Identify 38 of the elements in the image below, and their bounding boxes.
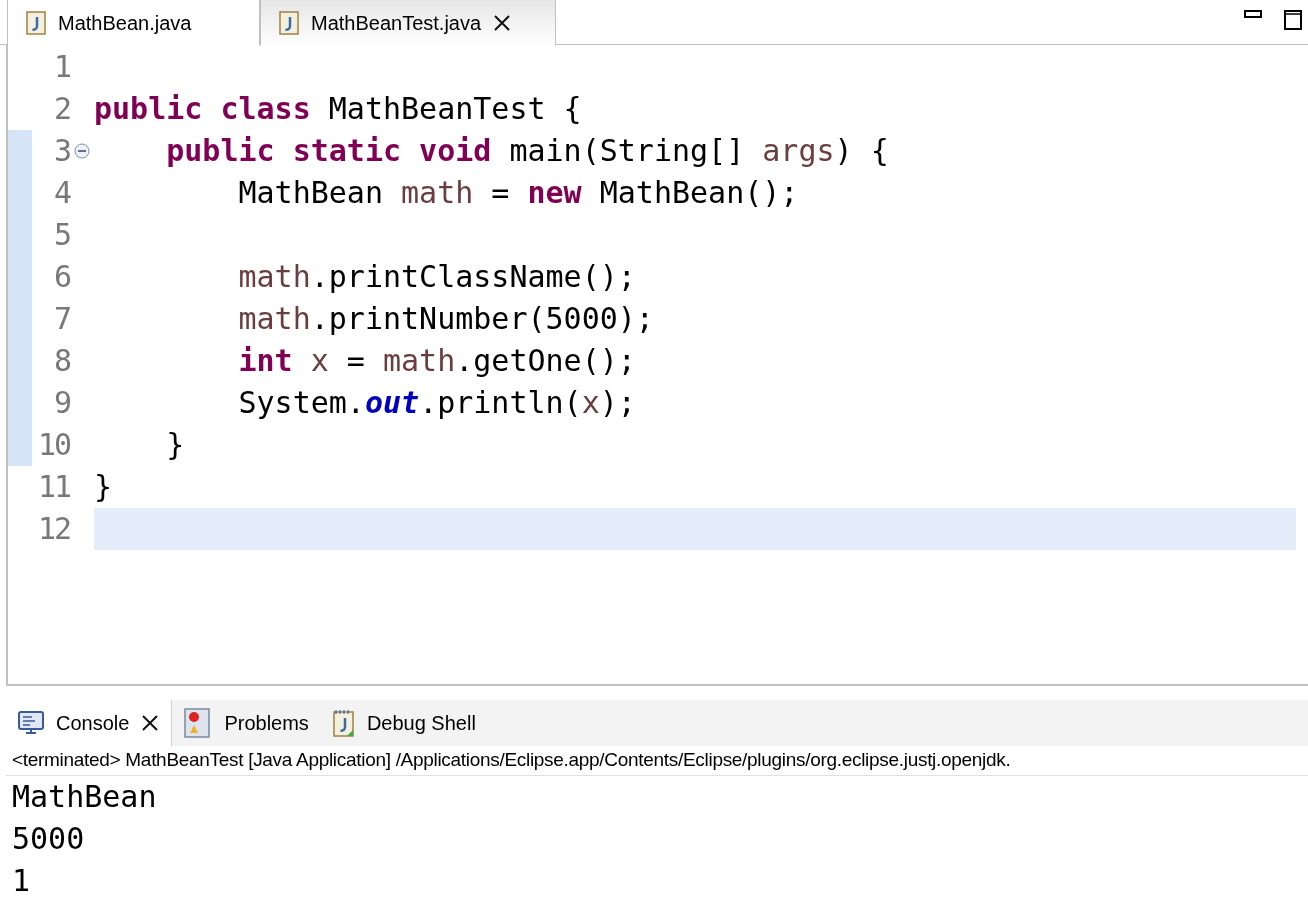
line-number: 5	[52, 220, 70, 250]
code-line: public static void main(String[] args) {	[165, 136, 889, 166]
fold-icon[interactable]	[74, 143, 90, 159]
editor-tab[interactable]: MathBeanTest.java	[260, 0, 556, 46]
line-number: 11	[36, 472, 70, 502]
maximize-icon[interactable]	[1284, 10, 1302, 30]
code-line: public class MathBeanTest {	[94, 94, 582, 124]
problems-icon	[184, 708, 213, 738]
line-number: 12	[36, 514, 70, 544]
code-line: math.printClassName();	[237, 262, 636, 292]
java-file-icon	[26, 10, 46, 35]
line-number: 10	[36, 430, 70, 460]
panel-tab[interactable]: Console	[6, 700, 173, 746]
code-line: System.out.println(x);	[237, 388, 636, 418]
line-number: 2	[52, 94, 70, 124]
line-number: 8	[52, 346, 70, 376]
console-header: <terminated> MathBeanTest [Java Application] /Applications/Eclipse.app/Contents/Eclipse/plugins/org.eclipse.justj.openjdk.	[12, 748, 1011, 773]
code-line: }	[165, 430, 185, 460]
code-line: MathBean math = new MathBean();	[237, 178, 799, 208]
console-output-line: MathBean	[12, 782, 157, 812]
console-output-line: 1	[12, 866, 31, 896]
code-line: }	[94, 472, 113, 502]
java-notepad-icon	[332, 709, 355, 737]
line-number: 3	[52, 136, 70, 166]
line-number: 9	[52, 388, 70, 418]
close-icon[interactable]	[493, 14, 512, 32]
line-number: 1	[52, 52, 70, 82]
console-output-line: 5000	[12, 824, 85, 854]
minimize-icon[interactable]	[1244, 10, 1262, 18]
code-line: math.printNumber(5000);	[237, 304, 654, 334]
editor-tab[interactable]: MathBean.java	[7, 0, 260, 45]
line-number: 6	[52, 262, 70, 292]
line-number: 4	[52, 178, 70, 208]
line-number: 7	[52, 304, 70, 334]
code-line: int x = math.getOne();	[237, 346, 636, 376]
close-icon[interactable]	[141, 714, 160, 732]
monitor-icon	[18, 711, 44, 735]
java-file-icon	[279, 11, 299, 35]
